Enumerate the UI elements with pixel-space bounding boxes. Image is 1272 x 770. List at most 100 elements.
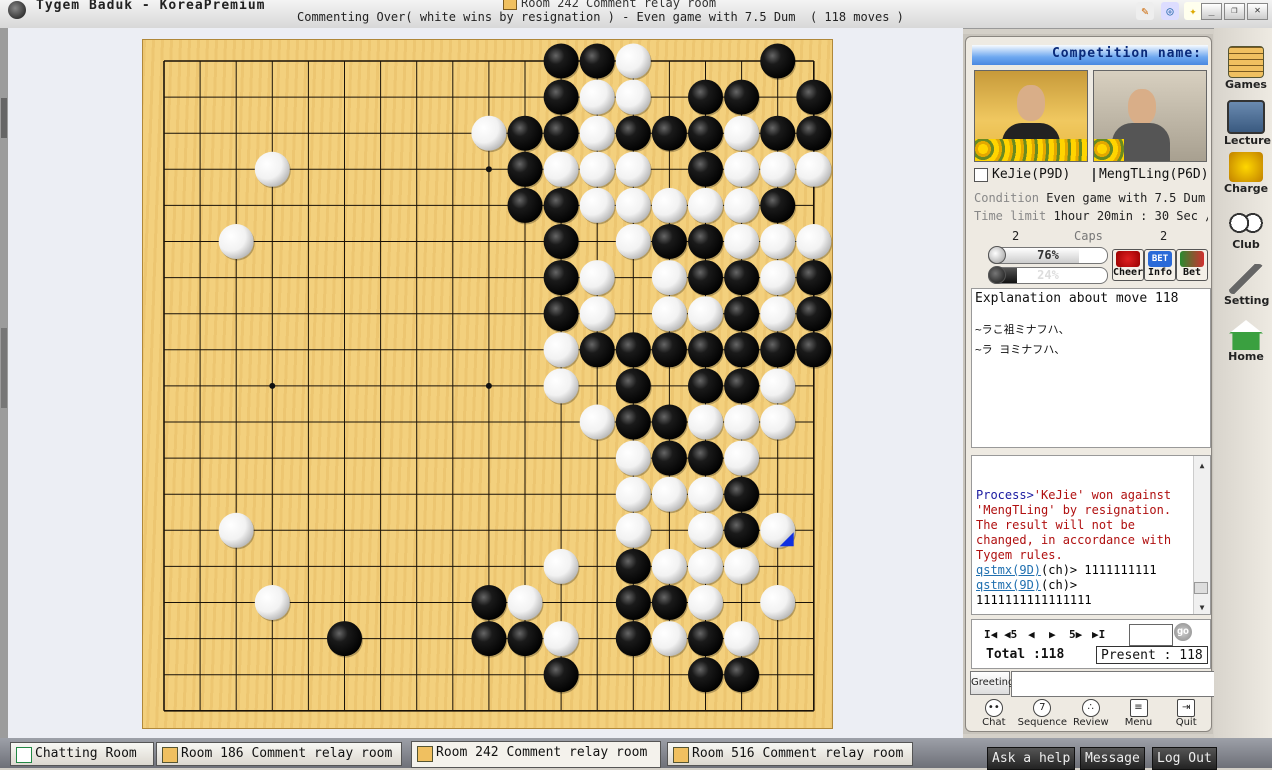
lightbulb-icon[interactable]: ✦ [1184, 2, 1202, 20]
scroll-up-icon[interactable]: ▲ [1196, 458, 1208, 470]
white-stone [651, 621, 687, 657]
search-icon[interactable]: ◎ [1161, 2, 1179, 20]
chat-user-link[interactable]: qstmx(9D) [976, 578, 1041, 592]
sidebar-item-games[interactable]: Games [1224, 46, 1268, 91]
pencil-icon[interactable]: ✎ [1136, 2, 1154, 20]
black-stone [651, 440, 687, 476]
bet-button[interactable]: Bet [1176, 249, 1208, 281]
club-icon [1229, 208, 1263, 238]
close-button[interactable]: ✕ [1247, 3, 1268, 20]
competition-label: Competition name: [1051, 46, 1202, 61]
move-number-input[interactable] [1129, 624, 1173, 646]
black-stone [724, 368, 760, 404]
quit-tool[interactable]: ⇥ Quit [1162, 696, 1210, 732]
sidebar-label: Lecture [1224, 134, 1271, 147]
chat-log[interactable]: Process>'KeJie' won against 'MengTLing' … [971, 455, 1211, 615]
first-move-button[interactable]: I◀ [984, 628, 997, 641]
sidebar-label: Setting [1224, 294, 1270, 307]
greeting-button[interactable]: Greeting [970, 671, 1014, 695]
left-splitter[interactable] [0, 28, 8, 738]
sequence-tool[interactable]: 7 Sequence [1018, 696, 1067, 732]
board-tab-icon [673, 747, 689, 763]
minimize-button[interactable]: _ [1201, 3, 1222, 20]
last-move-button[interactable]: ▶I [1092, 628, 1105, 641]
chat-line: qstmx(9D)(ch)> 1111111111 [976, 563, 1190, 578]
tab-label: Room 242 Comment relay room [436, 745, 648, 760]
splitter-handle[interactable] [1, 328, 7, 408]
go-board[interactable] [142, 39, 833, 729]
black-player[interactable]: MengTLing(P6D) [1093, 167, 1207, 182]
white-stone [760, 260, 796, 296]
menu-tool[interactable]: ≡ Menu [1115, 696, 1163, 732]
cheer-button[interactable]: Cheer [1112, 249, 1144, 281]
black-stone [579, 332, 615, 368]
black-stone [724, 260, 760, 296]
back-5-button[interactable]: ◀5 [1004, 628, 1017, 641]
sidebar-item-club[interactable]: Club [1224, 208, 1268, 251]
chat-tool[interactable]: •• Chat [970, 696, 1018, 732]
white-stone [760, 151, 796, 187]
chat-input[interactable] [1011, 671, 1215, 697]
black-stone [507, 621, 543, 657]
white-stone [760, 585, 796, 620]
black-stone [507, 151, 543, 187]
captures-label: Caps [1074, 229, 1103, 243]
black-stone [688, 332, 723, 368]
white-stone [579, 404, 615, 440]
condition-row: Condition Even game with 7.5 Dum [974, 191, 1208, 205]
player-face [1017, 85, 1045, 121]
message-button[interactable]: Message [1080, 747, 1145, 770]
white-stone [724, 224, 760, 259]
white-stone [579, 187, 615, 223]
go-button[interactable]: go [1174, 623, 1192, 641]
chat-user-link[interactable]: qstmx(9D) [976, 563, 1041, 577]
white-stone [543, 548, 579, 584]
go-board-svg[interactable] [143, 40, 832, 728]
tab-room-516[interactable]: Room 516 Comment relay room [667, 742, 913, 766]
chat-scrollbar[interactable]: ▲ ▼ [1193, 456, 1210, 614]
games-icon [1228, 46, 1264, 78]
tab-chatting-room[interactable]: Chatting Room [10, 742, 154, 766]
sidebar-item-setting[interactable]: Setting [1224, 264, 1270, 307]
black-stone [327, 621, 362, 657]
black-stone [760, 43, 796, 79]
sidebar-item-charge[interactable]: Charge [1224, 152, 1268, 195]
black-stone [760, 187, 796, 223]
white-stone [688, 512, 723, 548]
info-button[interactable]: BET Info [1144, 249, 1176, 281]
splitter-handle[interactable] [1, 98, 7, 138]
forward-5-button[interactable]: 5▶ [1069, 628, 1082, 641]
back-1-button[interactable]: ◀ [1028, 628, 1035, 641]
sidebar-item-home[interactable]: Home [1224, 320, 1268, 363]
review-tool[interactable]: ∴ Review [1067, 696, 1115, 732]
sidebar-item-lecture[interactable]: Lecture [1224, 100, 1271, 147]
room-title: Room 242 Comment relay room [503, 0, 716, 10]
scroll-thumb[interactable] [1194, 582, 1208, 594]
restore-button[interactable]: ❐ [1224, 3, 1245, 20]
black-stone [724, 332, 760, 368]
board-tab-icon [162, 747, 178, 763]
scroll-down-icon[interactable]: ▼ [1196, 600, 1208, 612]
cheer-label: Cheer [1113, 267, 1144, 278]
sidebar-label: Club [1232, 238, 1260, 251]
white-stone [651, 187, 687, 223]
sidebar-label: Charge [1224, 182, 1269, 195]
tab-room-242[interactable]: Room 242 Comment relay room [411, 741, 661, 768]
ask-help-button[interactable]: Ask a help [987, 747, 1076, 770]
tab-room-186[interactable]: Room 186 Comment relay room [156, 742, 402, 766]
white-stone [760, 404, 796, 440]
tab-label: Room 186 Comment relay room [181, 746, 393, 761]
home-icon [1229, 320, 1263, 350]
white-stone [688, 187, 723, 223]
white-stone [651, 548, 687, 584]
white-player[interactable]: KeJie(P9D) [974, 167, 1090, 182]
black-stone [651, 224, 687, 259]
quit-tool-label: Quit [1175, 717, 1197, 728]
explanation-box[interactable]: Explanation about move 118 ~ラこ袓ミナフハ、 ~ラ … [971, 288, 1211, 448]
logout-button[interactable]: Log Out [1152, 747, 1217, 770]
black-stone [543, 224, 579, 259]
tygem-logo-icon [8, 1, 26, 19]
forward-1-button[interactable]: ▶ [1049, 628, 1056, 641]
white-stone [254, 151, 290, 187]
board-tab-icon [417, 746, 433, 762]
